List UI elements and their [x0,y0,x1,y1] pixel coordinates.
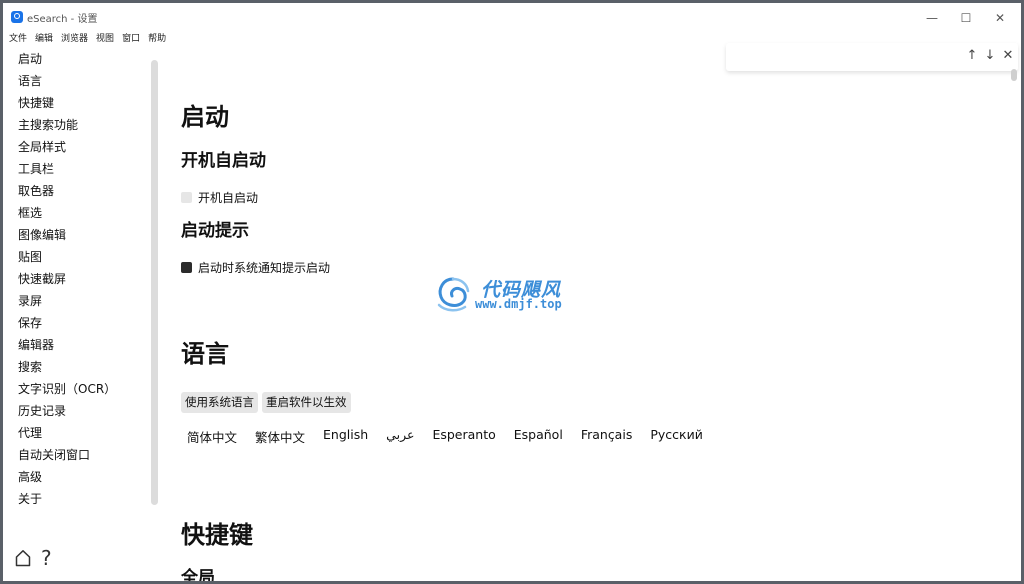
sidebar-item-pin[interactable]: 贴图 [18,249,42,265]
watermark-url: www.dmjf.top [475,297,562,311]
autostart-label: 开机自启动 [198,191,259,205]
minimize-button[interactable]: — [917,8,947,28]
sidebar-item-main-search[interactable]: 主搜索功能 [18,117,78,133]
menu-edit[interactable]: 编辑 [35,31,53,47]
window-title: eSearch - 设置 [27,14,98,25]
maximize-button[interactable]: ☐ [951,8,981,28]
find-close-button[interactable]: ✕ [1000,48,1016,64]
sidebar-item-language[interactable]: 语言 [18,73,42,89]
language-option-eo[interactable]: Esperanto [432,427,495,446]
sidebar-item-toolbar[interactable]: 工具栏 [18,161,54,177]
language-option-es[interactable]: Español [514,427,563,446]
sidebar-item-quick-screenshot[interactable]: 快速截屏 [18,271,66,287]
use-system-language-button[interactable]: 使用系统语言 [181,392,258,413]
menu-browser[interactable]: 浏览器 [61,31,88,47]
language-option-fr[interactable]: Français [581,427,633,446]
sidebar-item-global-style[interactable]: 全局样式 [18,139,66,155]
home-icon[interactable] [15,549,31,567]
startup-notify-label: 启动时系统通知提示启动 [198,261,331,275]
sidebar-item-save[interactable]: 保存 [18,315,42,331]
sidebar-item-screen-record[interactable]: 录屏 [18,293,42,309]
menu-help[interactable]: 帮助 [148,31,166,47]
settings-sidebar: 启动 语言 快捷键 主搜索功能 全局样式 工具栏 取色器 框选 图像编辑 贴图 … [3,47,159,581]
settings-window: eSearch - 设置 — ☐ ✕ 文件 编辑 浏览器 视图 窗口 帮助 启动… [3,3,1021,581]
language-option-en[interactable]: English [323,427,368,446]
sidebar-item-startup[interactable]: 启动 [18,51,42,67]
sidebar-item-advanced[interactable]: 高级 [18,469,42,485]
section-title-startup: 启动 [181,103,229,131]
restart-to-apply-button[interactable]: 重启软件以生效 [262,392,351,413]
language-buttons: 使用系统语言 重启软件以生效 [181,392,351,413]
title-bar[interactable]: eSearch - 设置 — ☐ ✕ [3,3,1021,31]
menu-view[interactable]: 视图 [96,31,114,47]
sidebar-scrollbar[interactable] [151,60,158,505]
sidebar-bottom-actions: ? [15,547,52,569]
main-scrollbar[interactable] [1011,69,1017,81]
watermark-logo-icon [437,277,470,312]
menu-window[interactable]: 窗口 [122,31,140,47]
sidebar-item-proxy[interactable]: 代理 [18,425,42,441]
close-button[interactable]: ✕ [985,8,1015,28]
sidebar-item-image-edit[interactable]: 图像编辑 [18,227,66,243]
startup-notify-checkbox[interactable] [181,262,192,273]
heading-autostart: 开机自启动 [181,151,266,171]
language-option-zh-hans[interactable]: 简体中文 [187,427,237,446]
sidebar-item-editor[interactable]: 编辑器 [18,337,54,353]
section-title-shortcuts: 快捷键 [181,521,253,549]
heading-global-shortcuts: 全局 [181,568,215,581]
language-option-zh-hant[interactable]: 繁体中文 [255,427,305,446]
watermark: 代码飓风 www.dmjf.top [433,273,603,317]
section-title-language: 语言 [181,340,229,368]
sidebar-item-about[interactable]: 关于 [18,491,42,507]
menu-bar: 文件 编辑 浏览器 视图 窗口 帮助 [9,31,166,47]
sidebar-item-shortcuts[interactable]: 快捷键 [18,95,54,111]
app-search-icon [11,11,23,23]
language-option-ru[interactable]: Русский [650,427,702,446]
sidebar-item-auto-close[interactable]: 自动关闭窗口 [18,447,90,463]
sidebar-item-selection[interactable]: 框选 [18,205,42,221]
menu-file[interactable]: 文件 [9,31,27,47]
heading-startup-notify: 启动提示 [181,221,249,241]
sidebar-item-ocr[interactable]: 文字识别（OCR） [18,381,116,397]
autostart-checkbox[interactable] [181,192,192,203]
sidebar-item-history[interactable]: 历史记录 [18,403,66,419]
startup-notify-option[interactable]: 启动时系统通知提示启动 [181,259,330,276]
sidebar-item-search[interactable]: 搜索 [18,359,42,375]
language-options: 简体中文 繁体中文 English عربي Esperanto Español… [187,427,703,446]
help-icon[interactable]: ? [41,547,52,569]
autostart-option[interactable]: 开机自启动 [181,189,258,206]
sidebar-item-color-picker[interactable]: 取色器 [18,183,54,199]
language-option-ar[interactable]: عربي [386,427,414,446]
